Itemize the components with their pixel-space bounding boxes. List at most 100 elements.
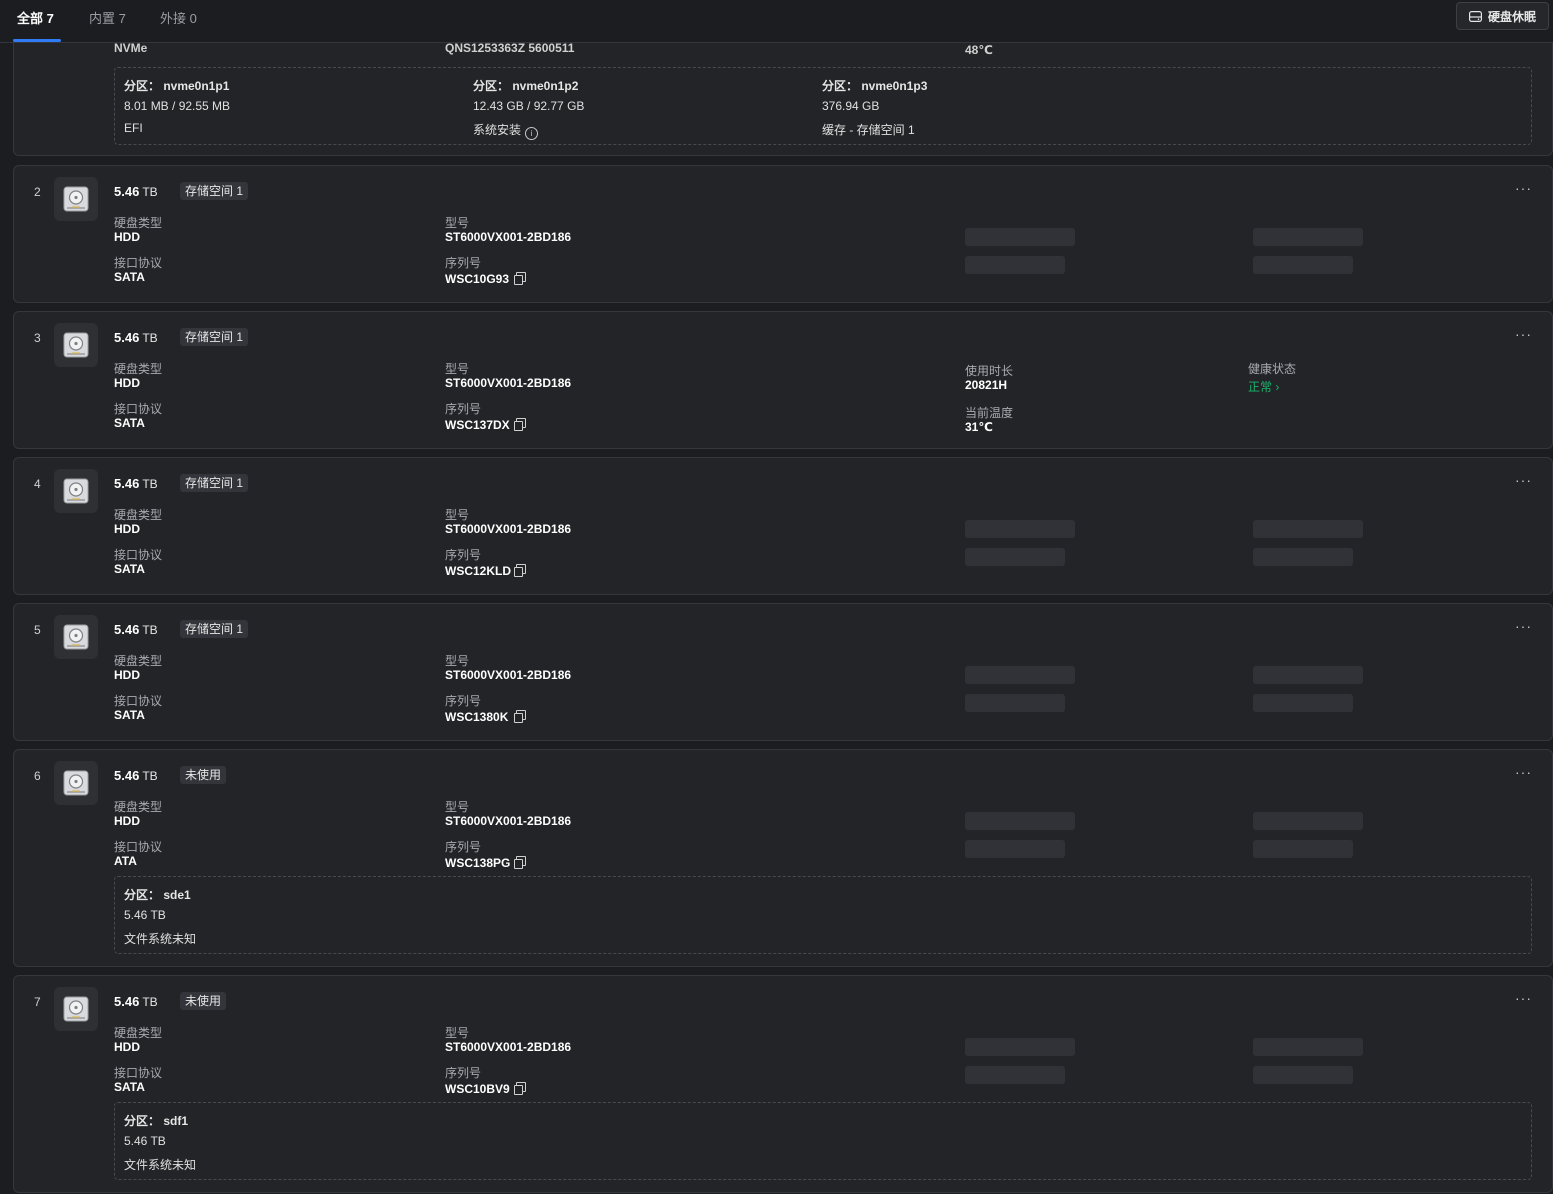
hard-drive-icon — [54, 615, 98, 659]
partition-title: 分区： nvme0n1p2 — [473, 79, 579, 93]
storage-tag: 存储空间 1 — [180, 474, 249, 492]
protocol-label: 接口协议 — [114, 402, 163, 416]
model-label: 型号 — [445, 508, 470, 522]
health-status-link[interactable]: 正常 › — [1248, 378, 1279, 395]
serial-label: 序列号 — [445, 548, 482, 562]
model-value: ST6000VX001-2BD186 — [445, 230, 572, 244]
tab-internal[interactable]: 内置 7 — [89, 8, 126, 27]
loading-skeleton — [1253, 1038, 1363, 1056]
disk-type-value: HDD — [114, 230, 140, 244]
disk-type-label: 硬盘类型 — [114, 800, 163, 814]
disk-sleep-label: 硬盘休眠 — [1487, 9, 1536, 24]
copy-icon[interactable] — [513, 564, 526, 577]
disk-index: 6 — [34, 769, 41, 783]
disk-type-value: HDD — [114, 376, 140, 390]
info-icon[interactable]: i — [525, 127, 539, 140]
model-value: ST6000VX001-2BD186 — [445, 668, 572, 682]
hard-drive-icon — [54, 177, 98, 221]
copy-icon[interactable] — [513, 418, 526, 431]
protocol-label: 接口协议 — [114, 256, 163, 270]
partition-size: 12.43 GB / 92.77 GB — [473, 99, 585, 113]
loading-skeleton — [965, 548, 1065, 566]
protocol-label: 接口协议 — [114, 1066, 163, 1080]
disk-1-clipped-temp: 48℃ — [965, 43, 993, 57]
uptime-value: 20821H — [965, 378, 1008, 392]
partition-size: 5.46 TB — [124, 908, 166, 922]
disk-card-4: 4 5.46 TB 存储空间 1 ··· 硬盘类型 HDD 接口协议 SATA 型号 ST6000V… — [13, 457, 1553, 595]
active-tab-indicator — [13, 39, 61, 42]
partition-size: 376.94 GB — [822, 99, 880, 113]
loading-skeleton — [965, 1038, 1075, 1056]
model-value: ST6000VX001-2BD186 — [445, 814, 572, 828]
protocol-label: 接口协议 — [114, 548, 163, 562]
disk-sleep-button[interactable]: 硬盘休眠 — [1455, 2, 1549, 30]
copy-icon[interactable] — [513, 272, 526, 285]
loading-skeleton — [965, 694, 1065, 712]
disk-capacity: 5.46 TB — [114, 184, 158, 199]
model-label: 型号 — [445, 654, 470, 668]
storage-tag: 存储空间 1 — [180, 620, 249, 638]
partition-filesystem: 文件系统未知 — [124, 932, 197, 946]
more-options-icon[interactable]: ··· — [1515, 990, 1532, 1006]
hard-drive-icon — [54, 987, 98, 1031]
model-label: 型号 — [445, 362, 470, 376]
health-label: 健康状态 — [1248, 362, 1297, 376]
disk-type-label: 硬盘类型 — [114, 508, 163, 522]
disk-type-value: HDD — [114, 522, 140, 536]
serial-label: 序列号 — [445, 840, 482, 854]
disk-card-6: 6 5.46 TB 未使用 ··· 硬盘类型 HDD 接口协议 ATA 型号 ST6000VX001… — [13, 749, 1553, 967]
model-label: 型号 — [445, 216, 470, 230]
loading-skeleton — [965, 228, 1075, 246]
hard-drive-icon — [54, 323, 98, 367]
disk-icon — [1468, 10, 1482, 22]
more-options-icon[interactable]: ··· — [1515, 472, 1532, 488]
loading-skeleton — [965, 666, 1075, 684]
model-label: 型号 — [445, 1026, 470, 1040]
serial-label: 序列号 — [445, 402, 482, 416]
partition-box: 分区： sdf1 5.46 TB 文件系统未知 — [114, 1102, 1532, 1180]
loading-skeleton — [1253, 256, 1353, 274]
disk-type-label: 硬盘类型 — [114, 654, 163, 668]
model-value: ST6000VX001-2BD186 — [445, 1040, 572, 1054]
loading-skeleton — [965, 812, 1075, 830]
serial-label: 序列号 — [445, 256, 482, 270]
more-options-icon[interactable]: ··· — [1515, 326, 1532, 342]
disk-card-5: 5 5.46 TB 存储空间 1 ··· 硬盘类型 HDD 接口协议 SATA 型号 ST6000V… — [13, 603, 1553, 741]
serial-label: 序列号 — [445, 694, 482, 708]
storage-tag: 存储空间 1 — [180, 182, 249, 200]
disk-capacity: 5.46 TB — [114, 768, 158, 783]
partition-box: 分区： sde1 5.46 TB 文件系统未知 — [114, 876, 1532, 954]
disk-capacity: 5.46 TB — [114, 330, 158, 345]
protocol-value: SATA — [114, 270, 145, 284]
partition-title: 分区： nvme0n1p3 — [822, 79, 928, 93]
loading-skeleton — [1253, 1066, 1353, 1084]
loading-skeleton — [1253, 840, 1353, 858]
tab-all[interactable]: 全部 7 — [17, 8, 54, 27]
serial-value: WSC12KLD — [445, 564, 512, 578]
tab-external[interactable]: 外接 0 — [160, 8, 197, 27]
disk-index: 4 — [34, 477, 41, 491]
hard-drive-icon — [54, 761, 98, 805]
disk-type-label: 硬盘类型 — [114, 216, 163, 230]
protocol-value: SATA — [114, 416, 145, 430]
disk-capacity: 5.46 TB — [114, 622, 158, 637]
more-options-icon[interactable]: ··· — [1515, 180, 1532, 196]
loading-skeleton — [965, 840, 1065, 858]
protocol-value: SATA — [114, 562, 145, 576]
copy-icon[interactable] — [513, 710, 526, 723]
partition-title: 分区： nvme0n1p1 — [124, 79, 230, 93]
more-options-icon[interactable]: ··· — [1515, 618, 1532, 634]
disk-card-2: 2 5.46 TB 存储空间 1 ··· 硬盘类型 HDD 接口协议 SATA 型号 ST6000V… — [13, 165, 1553, 303]
disk-index: 2 — [34, 185, 41, 199]
copy-icon[interactable] — [513, 1082, 526, 1095]
more-options-icon[interactable]: ··· — [1515, 764, 1532, 780]
copy-icon[interactable] — [513, 856, 526, 869]
partition-usage: 系统安装 i — [473, 121, 539, 140]
loading-skeleton — [965, 1066, 1065, 1084]
loading-skeleton — [1253, 694, 1353, 712]
storage-tag: 未使用 — [180, 992, 227, 1010]
protocol-value: SATA — [114, 1080, 145, 1094]
disk-type-value: HDD — [114, 1040, 140, 1054]
partition-filesystem: 文件系统未知 — [124, 1158, 197, 1172]
disk-capacity: 5.46 TB — [114, 476, 158, 491]
